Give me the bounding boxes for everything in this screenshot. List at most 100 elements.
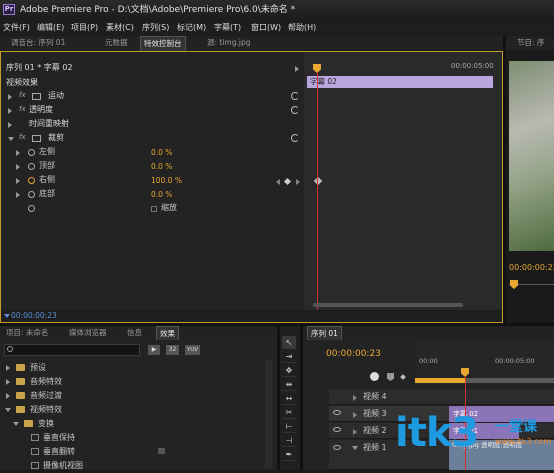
expand-bottom-icon[interactable] [16,192,20,198]
rolling-edit-tool-icon[interactable]: ⇹ [282,378,296,391]
razor-tool-icon[interactable]: ✂ [282,406,296,419]
reset-crop-icon[interactable] [291,134,299,142]
next-keyframe-icon[interactable] [296,179,300,185]
expand-audio-effects-icon[interactable] [6,379,10,385]
stopwatch-zoom-icon[interactable] [28,205,35,212]
stopwatch-left-icon[interactable] [28,149,35,156]
expand-track-icon[interactable] [353,429,357,435]
expand-motion-icon[interactable] [8,94,12,100]
panel-divider-vertical[interactable] [503,36,506,323]
effect-clip-bar[interactable]: 字幕 02 [307,76,493,88]
set-marker-icon[interactable] [387,373,394,381]
menu-edit[interactable]: 编辑(E) [37,20,64,35]
menu-title[interactable]: 字幕(T) [214,20,241,35]
collapse-crop-icon[interactable] [8,137,14,141]
tab-sequence[interactable]: 序列 01 [307,326,342,341]
32bit-effects-badge[interactable]: 32 [166,345,179,355]
collapse-video-effects-icon[interactable] [5,408,11,412]
expand-track-icon[interactable] [353,412,357,418]
menu-file[interactable]: 文件(F) [3,20,30,35]
timeline-timecode[interactable]: 00:00:00:23 [326,349,381,359]
tab-info[interactable]: 信息 [124,326,145,340]
track-visibility-icon[interactable] [333,445,341,450]
effect-timeline-area[interactable] [304,52,502,322]
expand-top-icon[interactable] [16,164,20,170]
collapse-transform-icon[interactable] [13,422,19,426]
menu-marker[interactable]: 标记(M) [177,20,206,35]
track-visibility-icon[interactable] [333,410,341,415]
expand-right-icon[interactable] [16,178,20,184]
track-label-video-1: 视频 1 [363,443,387,452]
tab-source[interactable]: 源: timg.jpg [204,36,254,50]
effect-vertical-flip[interactable]: 垂直翻转 [43,445,75,459]
effect-current-time[interactable]: 00:00:00:23 [11,310,57,322]
effect-vertical-hold[interactable]: 垂直保持 [43,431,75,445]
tab-audio-mixer[interactable]: 调音台: 序列 01 [8,36,68,50]
prop-right-value[interactable]: 100.0 % [151,176,182,185]
menu-project[interactable]: 项目(P) [71,20,98,35]
tab-media-browser[interactable]: 媒体浏览器 [66,326,110,340]
collapse-track-icon[interactable] [352,446,358,450]
zoom-checkbox[interactable] [151,206,157,212]
track-label-video-4: 视频 4 [363,392,387,401]
expand-left-icon[interactable] [16,150,20,156]
selection-tool-icon[interactable]: ↖ [282,336,296,349]
reset-motion-icon[interactable] [291,92,299,100]
accelerated-effects-icon[interactable]: ▶ [148,345,160,355]
effect-camera-view[interactable]: 摄像机视图 [43,459,83,473]
folder-presets[interactable]: 预设 [30,361,46,375]
folder-transform[interactable]: 变换 [38,417,54,431]
track-visibility-icon[interactable] [333,427,341,432]
rate-stretch-tool-icon[interactable]: ↔ [282,392,296,405]
effects-search-input[interactable] [4,344,140,356]
folder-audio-transitions[interactable]: 音频过渡 [30,389,62,403]
effect-item-icon [31,448,39,455]
prop-bottom-value[interactable]: 0.0 % [151,190,172,199]
fx-toggle-crop[interactable]: fx [19,133,26,141]
prop-left-value[interactable]: 0.0 % [151,148,172,157]
menu-help[interactable]: 帮助(H) [288,20,316,35]
expand-audio-transitions-icon[interactable] [6,393,10,399]
tab-project[interactable]: 项目: 未命名 [3,326,51,340]
track-select-tool-icon[interactable]: ⇥ [282,350,296,363]
program-timecode[interactable]: 00:00:00:23 [509,263,554,272]
slip-tool-icon[interactable]: ⊢ [282,420,296,433]
pen-tool-icon[interactable]: ✒ [282,448,296,461]
ruler-label-start: 00:00 [419,357,438,365]
effects-scrollbar[interactable] [265,360,272,468]
work-area-bar-active[interactable] [415,378,465,383]
program-playhead-handle[interactable] [510,280,518,289]
yuv-effects-badge[interactable]: YUV [185,345,200,355]
program-video-frame[interactable] [509,61,554,251]
reset-opacity-icon[interactable] [291,106,299,114]
play-only-icon[interactable] [295,66,299,72]
prop-top-value[interactable]: 0.0 % [151,162,172,171]
add-marker-icon[interactable] [400,374,406,380]
menu-clip[interactable]: 素材(C) [106,20,134,35]
program-tab-row: 节目: 序列 [506,36,554,61]
expand-presets-icon[interactable] [6,365,10,371]
fx-toggle-motion[interactable]: fx [19,91,26,99]
tab-effects[interactable]: 效果 [156,326,179,341]
prev-keyframe-icon[interactable] [276,179,280,185]
folder-audio-effects[interactable]: 音频特效 [30,375,62,389]
snap-icon[interactable] [370,372,379,381]
folder-video-effects[interactable]: 视频特效 [30,403,62,417]
stopwatch-bottom-icon[interactable] [28,191,35,198]
add-keyframe-icon[interactable] [283,177,292,186]
expand-track-icon[interactable] [353,395,357,401]
menu-sequence[interactable]: 序列(S) [142,20,169,35]
expand-opacity-icon[interactable] [8,108,12,114]
window-title: Adobe Premiere Pro - D:\文档\Adobe\Premier… [20,5,296,15]
fx-toggle-opacity[interactable]: fx [19,105,26,113]
stopwatch-top-icon[interactable] [28,163,35,170]
expand-time-remap-icon[interactable] [8,122,12,128]
ripple-edit-tool-icon[interactable]: ✥ [282,364,296,377]
stopwatch-right-icon[interactable] [28,177,35,184]
menu-window[interactable]: 窗口(W) [251,20,281,35]
tab-metadata[interactable]: 元数据 [102,36,131,50]
effect-zoom-scrollbar[interactable] [313,303,463,307]
tab-effect-controls[interactable]: 特效控制台 [140,36,186,51]
slide-tool-icon[interactable]: ⊣ [282,434,296,447]
track-label-video-3: 视频 3 [363,409,387,418]
